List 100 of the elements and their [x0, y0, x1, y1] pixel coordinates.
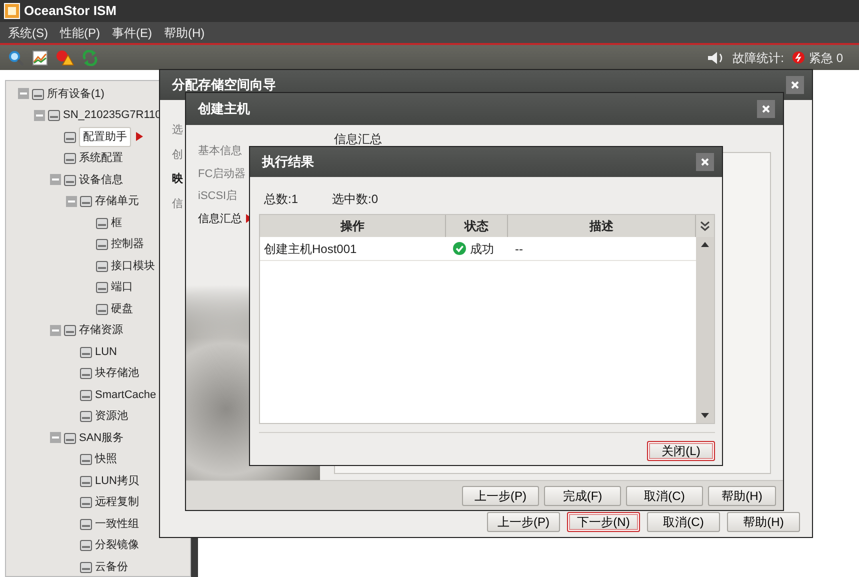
tree-item[interactable]: 控制器: [111, 236, 144, 252]
wizard-step[interactable]: FC启动器: [198, 166, 246, 182]
device-icon: [79, 538, 93, 552]
menu-item[interactable]: 系统(S): [8, 24, 48, 42]
close-button[interactable]: [757, 100, 775, 118]
dialog-button[interactable]: 取消(C): [647, 512, 720, 532]
dialog-button[interactable]: 帮助(H): [708, 486, 776, 506]
tree-item[interactable]: 分裂镜像: [95, 537, 139, 554]
scrollbar[interactable]: [696, 237, 714, 423]
close-icon: [791, 81, 799, 89]
close-button[interactable]: [696, 153, 714, 171]
close-icon: [762, 105, 770, 113]
tree-item[interactable]: 快照: [95, 451, 117, 468]
tree-item[interactable]: SmartCache: [95, 386, 156, 403]
dialog-title: 执行结果: [262, 153, 314, 172]
tree-item[interactable]: 系统配置: [79, 150, 123, 166]
tree-item[interactable]: LUN: [95, 344, 118, 360]
tree-item[interactable]: 块存储池: [95, 365, 139, 382]
device-icon: [79, 344, 93, 359]
collapse-icon[interactable]: [34, 110, 45, 121]
app-logo-icon: [4, 3, 20, 19]
fault-statistics-label: 故障统计:: [732, 50, 784, 66]
device-icon: [79, 560, 93, 574]
menu-item[interactable]: 帮助(H): [164, 24, 205, 42]
device-icon: [79, 409, 93, 424]
line-chart-icon[interactable]: [32, 50, 48, 66]
wizard-step[interactable]: 基本信息: [198, 143, 242, 160]
device-icon: [63, 172, 77, 187]
speaker-icon[interactable]: [706, 50, 725, 64]
device-icon: [95, 258, 109, 273]
tree-item[interactable]: 接口模块: [111, 258, 155, 274]
menu-item[interactable]: 性能(P): [60, 24, 100, 42]
dialog-button[interactable]: 帮助(H): [727, 512, 800, 532]
dialog-button[interactable]: 取消(C): [626, 486, 703, 506]
device-icon: [63, 151, 77, 166]
device-icon: [95, 237, 109, 252]
tree-item[interactable]: 设备信息: [79, 172, 123, 188]
tree-item[interactable]: SAN服务: [79, 430, 124, 446]
tree-item[interactable]: 远程复制: [95, 494, 139, 510]
menu-item[interactable]: 事件(E): [112, 24, 152, 42]
wizard-step[interactable]: 信息汇总: [198, 210, 242, 227]
close-button[interactable]: [786, 76, 804, 94]
column-header[interactable]: 描述: [508, 215, 696, 237]
device-icon: [95, 302, 109, 316]
tree-item[interactable]: 资源池: [95, 408, 128, 424]
section-title: 信息汇总: [334, 131, 383, 148]
total-count: 总数:1: [264, 191, 298, 208]
tree-item[interactable]: SN_210235G7R110: [63, 107, 162, 124]
device-icon: [79, 452, 93, 466]
table-cell-text: 创建主机Host001: [263, 240, 358, 258]
collapse-icon[interactable]: [50, 324, 61, 336]
tree-item[interactable]: 存储资源: [79, 322, 123, 338]
device-icon: [63, 130, 77, 144]
collapse-icon[interactable]: [50, 174, 61, 186]
device-icon: [63, 323, 77, 338]
dialog-title: 分配存储空间向导: [172, 76, 276, 94]
dialog-button[interactable]: 下一步(N): [567, 512, 640, 532]
double-chevron-down-icon[interactable]: [700, 221, 710, 231]
tree-item[interactable]: 云备份: [95, 558, 128, 575]
device-icon: [95, 216, 109, 230]
dialog-button[interactable]: 上一步(P): [487, 512, 560, 532]
tree-item[interactable]: 端口: [111, 279, 133, 296]
urgent-alarm-icon: [792, 51, 805, 64]
tree-item[interactable]: 配置助手: [79, 126, 131, 147]
tree-item[interactable]: 硬盘: [111, 300, 133, 317]
table-cell-text: --: [514, 240, 523, 258]
tree-item[interactable]: LUN拷贝: [95, 472, 140, 489]
device-icon: [79, 495, 93, 510]
dialog-title: 创建主机: [198, 100, 250, 118]
device-icon: [79, 194, 93, 208]
close-icon: [701, 158, 709, 166]
device-icon: [79, 474, 93, 488]
collapse-icon[interactable]: [18, 88, 29, 100]
scroll-down-icon[interactable]: [701, 413, 709, 419]
column-header[interactable]: 操作: [260, 215, 446, 237]
column-header[interactable]: 状态: [446, 215, 508, 237]
tree-item[interactable]: 存储单元: [95, 193, 139, 210]
alarm-warning-icon[interactable]: [56, 50, 74, 66]
table-cell-text: 成功: [470, 240, 494, 258]
dialog-button[interactable]: 关闭(L): [647, 441, 715, 461]
device-icon: [63, 430, 77, 445]
dialog-button[interactable]: 上一步(P): [462, 486, 539, 506]
device-icon: [79, 388, 93, 402]
tree-item[interactable]: 一致性组: [95, 516, 139, 532]
device-icon: [95, 280, 109, 294]
collapse-icon[interactable]: [66, 196, 77, 207]
scroll-up-icon[interactable]: [701, 241, 709, 247]
device-icon: [79, 366, 93, 380]
device-icon: [47, 108, 61, 122]
dialog-button[interactable]: 完成(F): [544, 486, 621, 506]
wizard-step[interactable]: iSCSI启: [198, 188, 238, 204]
pointer-icon: [135, 132, 143, 142]
tree-item[interactable]: 所有设备(1): [47, 86, 104, 102]
search-icon[interactable]: [8, 50, 24, 66]
tree-item[interactable]: 框: [111, 214, 122, 231]
selected-count: 选中数:0: [332, 191, 378, 208]
urgent-count: 紧急 0: [808, 50, 843, 66]
collapse-icon[interactable]: [50, 432, 61, 444]
app-title: OceanStor ISM: [24, 2, 116, 20]
device-icon: [31, 86, 45, 101]
